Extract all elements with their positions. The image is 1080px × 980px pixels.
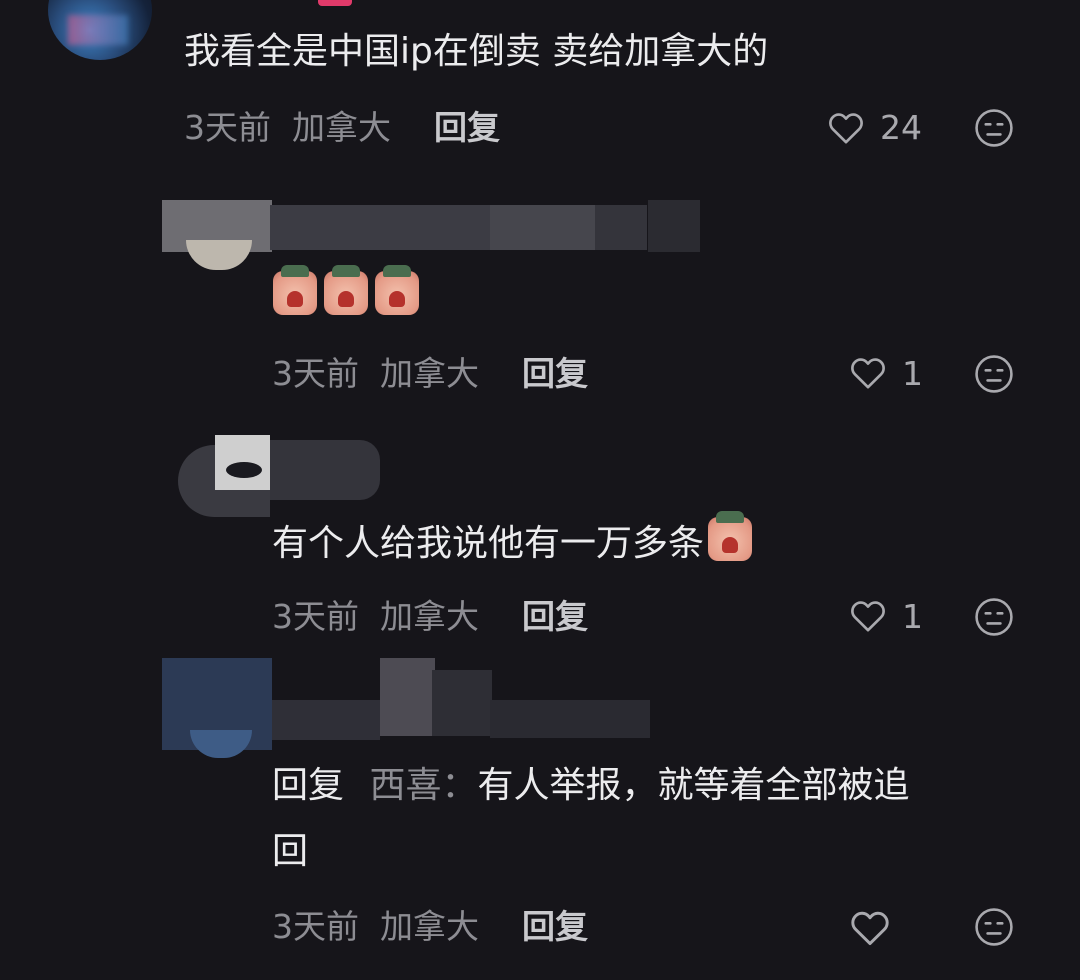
crying-emoji — [324, 265, 369, 315]
mention-username[interactable]: 西喜： — [369, 765, 477, 806]
blurred-username — [595, 205, 647, 250]
heart-icon[interactable] — [848, 596, 888, 636]
comment-location: 加拿大 — [380, 597, 479, 636]
heart-icon[interactable] — [826, 108, 866, 148]
reply-button[interactable]: 回复 — [522, 352, 588, 396]
dislike-face-icon[interactable] — [972, 352, 1016, 396]
comment-text: 我看全是中国ip在倒卖 卖给加拿大的 — [184, 31, 769, 72]
reply-button[interactable]: 回复 — [434, 106, 500, 150]
comment-text: 回复 西喜：有人举报，就等着全部被追 — [272, 762, 910, 810]
blurred-username — [648, 200, 700, 252]
comment-location: 加拿大 — [292, 108, 391, 147]
dislike-face-icon[interactable] — [972, 106, 1016, 150]
crying-emoji — [273, 265, 317, 315]
comment-text-continued: 回 — [272, 831, 309, 872]
blurred-username — [490, 205, 595, 250]
dislike-face-icon[interactable] — [972, 905, 1016, 949]
emoji-row — [273, 265, 420, 315]
comment-time: 3天前 — [272, 907, 359, 946]
dislike-face-icon[interactable] — [972, 595, 1016, 639]
comment-time: 3天前 — [272, 597, 359, 636]
blurred-username — [490, 700, 650, 738]
blurred-username — [270, 205, 495, 250]
reply-button[interactable]: 回复 — [522, 905, 588, 949]
comment-location: 加拿大 — [380, 907, 479, 946]
like-count: 1 — [902, 354, 923, 393]
comment-text-body: 有个人给我说他有一万多条 — [272, 523, 705, 564]
like-count: 24 — [880, 108, 922, 147]
reply-prefix: 回复 — [272, 765, 345, 806]
comment-location: 加拿大 — [380, 354, 479, 393]
comment-text-body: 有人举报，就等着全部被追 — [477, 765, 910, 806]
blurred-username — [432, 670, 492, 736]
blurred-username — [270, 440, 380, 500]
comment-time: 3天前 — [272, 354, 359, 393]
username-decoration — [318, 0, 352, 6]
heart-icon[interactable] — [848, 353, 888, 393]
heart-icon[interactable] — [848, 906, 892, 950]
crying-emoji — [708, 511, 753, 561]
comment-text: 有个人给我说他有一万多条 — [272, 511, 753, 568]
avatar[interactable] — [48, 0, 152, 60]
crying-emoji — [375, 265, 420, 315]
blurred-username — [380, 658, 435, 736]
comment-time: 3天前 — [184, 108, 271, 147]
blurred-username — [272, 700, 380, 740]
avatar[interactable] — [190, 730, 252, 758]
reply-button[interactable]: 回复 — [522, 595, 588, 639]
avatar[interactable] — [186, 240, 252, 270]
avatar-eye — [226, 462, 262, 478]
like-count: 1 — [902, 597, 923, 636]
